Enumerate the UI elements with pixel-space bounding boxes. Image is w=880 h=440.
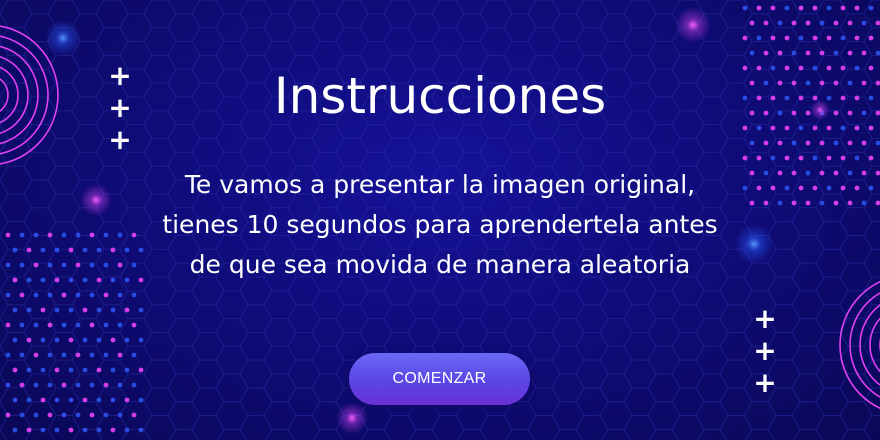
- page-title: Instrucciones: [273, 66, 607, 125]
- plus-icon: +: [753, 366, 777, 399]
- plus-icon: +: [753, 302, 777, 335]
- start-button[interactable]: COMENZAR: [349, 353, 530, 405]
- plus-icon: +: [753, 334, 777, 367]
- plus-icon: +: [108, 91, 132, 124]
- plus-icon: +: [108, 123, 132, 156]
- instructions-text: Te vamos a presentar la imagen original,…: [162, 170, 718, 279]
- plus-icon: +: [108, 59, 132, 92]
